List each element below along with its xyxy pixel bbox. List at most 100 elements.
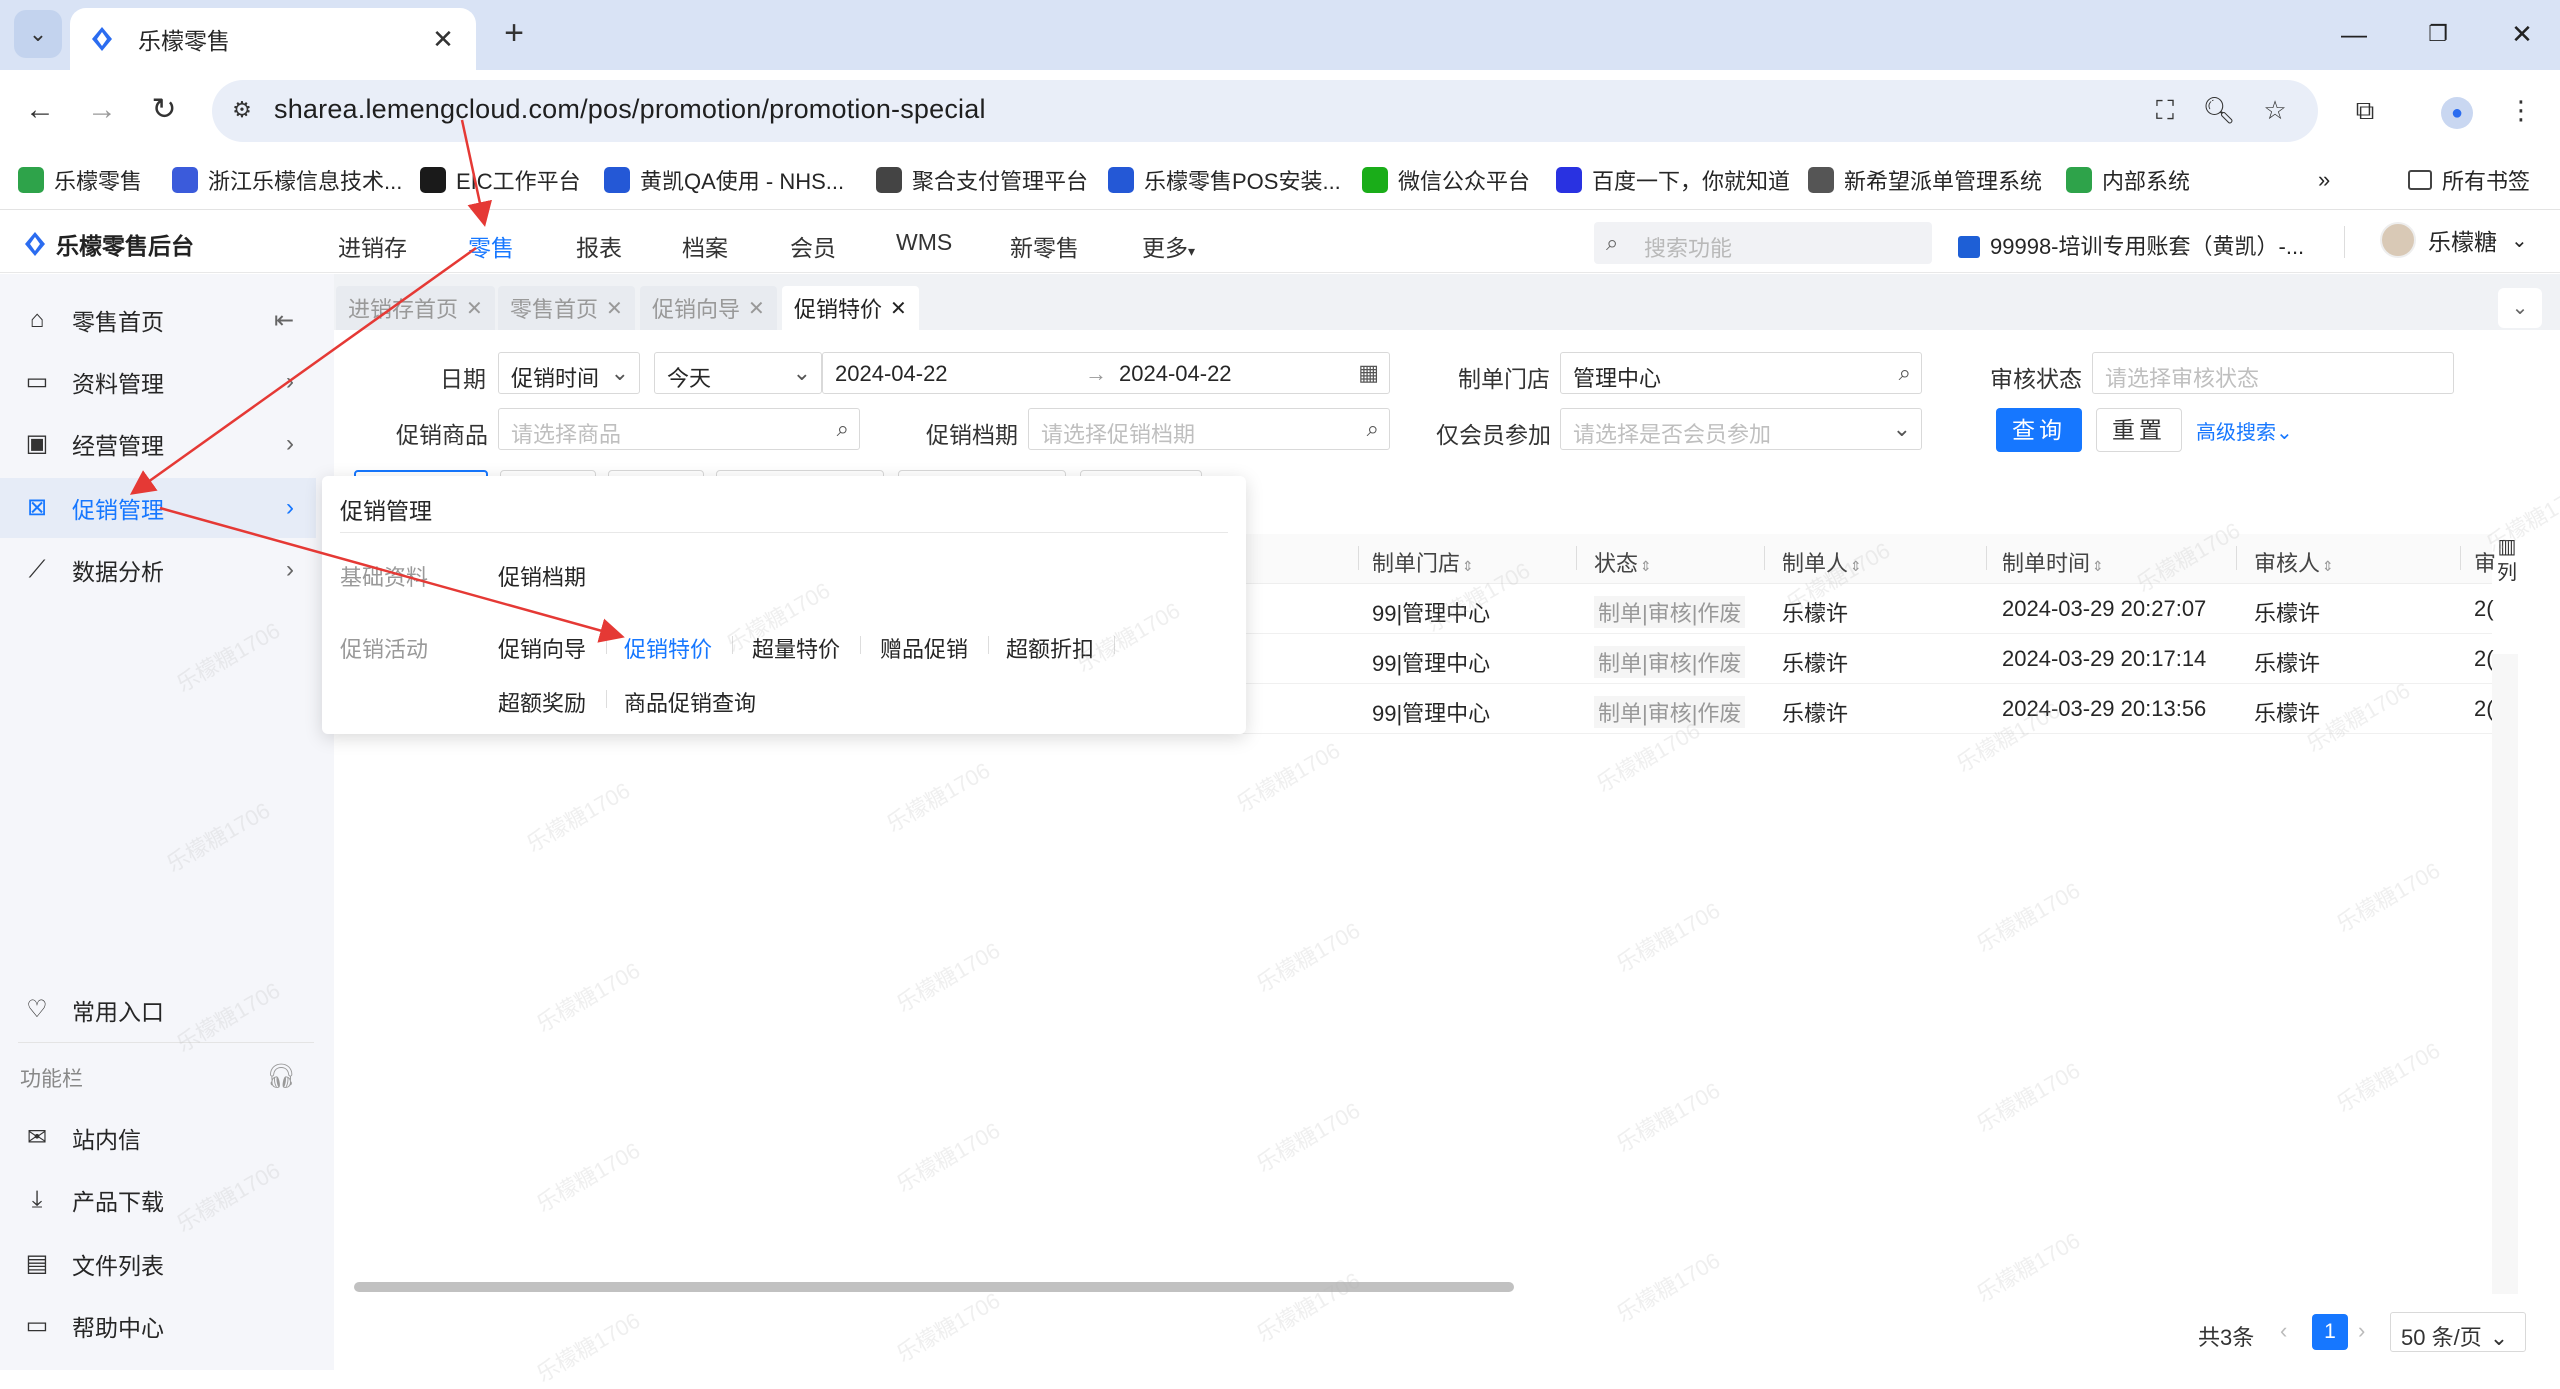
reset-button[interactable]: 重置 — [2096, 408, 2182, 452]
store-select[interactable]: 管理中心 ⌕ — [1560, 352, 1922, 394]
sidebar-item-retail-home[interactable]: ⌂ 零售首页 ⇤ — [0, 290, 316, 350]
collapse-sidebar-icon[interactable]: ⇤ — [274, 306, 294, 335]
restore-icon[interactable]: ❐ — [2416, 14, 2460, 54]
account-selector[interactable]: 99998-培训专用账套（黄凯）-... — [1958, 229, 2304, 261]
sidebar-item-messages[interactable]: ✉ 站内信 — [0, 1108, 316, 1168]
submenu-item-product-promotion-query[interactable]: 商品促销查询 — [624, 686, 756, 718]
nav-archives[interactable]: 档案 — [682, 229, 728, 263]
app-logo[interactable]: 乐檬零售后台 — [22, 227, 194, 261]
audit-status-select[interactable]: 请选择审核状态 — [2092, 352, 2454, 394]
nav-members[interactable]: 会员 — [790, 229, 836, 263]
schedule-select[interactable]: 请选择促销档期 ⌕ — [1028, 408, 1390, 450]
sidebar-item-help[interactable]: ▭ 帮助中心 — [0, 1296, 316, 1356]
next-page-icon[interactable]: › — [2358, 1318, 2365, 1344]
new-tab-button[interactable]: + — [494, 14, 534, 54]
sidebar-item-promotion[interactable]: ⊠ 促销管理 › — [0, 478, 316, 538]
bookmark-item[interactable]: 微信公众平台 — [1362, 160, 1530, 200]
col-creator[interactable]: 制单人 ⇕ — [1782, 546, 1862, 578]
close-icon[interactable]: ✕ — [606, 296, 623, 321]
close-icon[interactable]: ✕ — [890, 296, 907, 321]
tab-jinxiaocun-home[interactable]: 进销存首页 ✕ — [336, 286, 495, 330]
bookmark-star-icon[interactable]: ☆ — [2256, 91, 2294, 129]
url-text[interactable]: sharea.lemengcloud.com/pos/promotion/pro… — [274, 94, 986, 125]
sidebar-item-operations[interactable]: ▣ 经营管理 › — [0, 414, 316, 474]
tab-promotion-wizard[interactable]: 促销向导 ✕ — [640, 286, 777, 330]
prev-page-icon[interactable]: ‹ — [2280, 1318, 2287, 1344]
nav-new-retail[interactable]: 新零售 — [1010, 229, 1079, 263]
bookmark-item[interactable]: 浙江乐檬信息技术... — [172, 160, 402, 200]
page-number-current[interactable]: 1 — [2312, 1314, 2348, 1350]
reload-icon[interactable]: ↻ — [142, 88, 186, 132]
product-select[interactable]: 请选择商品 ⌕ — [498, 408, 860, 450]
minimize-icon[interactable]: — — [2332, 14, 2376, 54]
forward-icon[interactable]: → — [80, 88, 124, 132]
nav-wms[interactable]: WMS — [896, 229, 952, 256]
headset-icon[interactable]: 🎧︎ — [266, 1062, 296, 1091]
vertical-scrollbar[interactable] — [2492, 654, 2518, 1294]
nav-retail[interactable]: 零售 — [468, 229, 514, 263]
col-store[interactable]: 制单门店 ⇕ — [1372, 546, 1474, 578]
browser-tab[interactable]: 乐檬零售 ✕ — [70, 8, 476, 70]
query-button[interactable]: 查询 — [1996, 408, 2082, 452]
close-tab-icon[interactable]: ✕ — [428, 24, 458, 55]
bookmark-item[interactable]: 聚合支付管理平台 — [876, 160, 1088, 200]
tab-retail-home[interactable]: 零售首页 ✕ — [498, 286, 635, 330]
function-search[interactable]: ⌕ 搜索功能 — [1594, 222, 1932, 264]
col-auditor[interactable]: 审核人 ⇕ — [2254, 546, 2334, 578]
tab-search-button[interactable]: ⌄ — [14, 10, 62, 58]
tabs-dropdown-icon[interactable]: ⌄ — [2498, 288, 2542, 328]
submenu-item-promotion-special[interactable]: 促销特价 — [624, 632, 712, 664]
sidebar-item-data-analysis[interactable]: ⟋ 数据分析 › — [0, 540, 316, 600]
arrow-right-icon: → — [1085, 361, 1107, 386]
bookmark-item[interactable]: 乐檬零售 — [18, 160, 142, 200]
horizontal-scrollbar[interactable] — [354, 1282, 1514, 1292]
site-info-icon[interactable]: ⚙ — [228, 97, 256, 125]
bookmark-favicon-icon — [1556, 167, 1582, 193]
bookmark-item[interactable]: 新希望派单管理系统 — [1808, 160, 2042, 200]
nav-jinxiaocun[interactable]: 进销存 — [338, 229, 407, 263]
tab-promotion-special[interactable]: 促销特价 ✕ — [782, 286, 919, 330]
back-icon[interactable]: ← — [18, 88, 62, 132]
bookmark-item[interactable]: 乐檬零售POS安装... — [1108, 160, 1341, 200]
sidebar-favorites[interactable]: ♡ 常用入口 — [0, 980, 316, 1040]
member-only-select[interactable]: 请选择是否会员参加 ⌄ — [1560, 408, 1922, 450]
submenu-item-promotion-schedule[interactable]: 促销档期 — [498, 560, 586, 592]
profile-icon[interactable]: ● — [2438, 91, 2476, 129]
zoom-icon[interactable]: 🔍︎ — [2200, 91, 2238, 129]
bookmark-item[interactable]: 黄凯QA使用 - NHS... — [604, 160, 844, 200]
translate-icon[interactable]: ⛶ — [2146, 91, 2184, 129]
date-range-select[interactable]: 今天 ⌄ — [654, 352, 822, 394]
date-range-picker[interactable]: 2024-04-22 → 2024-04-22 ▦ — [822, 352, 1390, 394]
nav-reports[interactable]: 报表 — [576, 229, 622, 263]
bookmark-item[interactable]: 内部系统 — [2066, 160, 2190, 200]
close-window-icon[interactable]: ✕ — [2500, 14, 2544, 54]
submenu-item-excess-special[interactable]: 超量特价 — [752, 632, 840, 664]
browser-menu-icon[interactable]: ⋮ — [2502, 91, 2540, 129]
date-start[interactable]: 2024-04-22 — [835, 361, 948, 387]
user-menu[interactable]: 乐檬糖 ⌄ — [2380, 222, 2528, 258]
submenu-item-excess-discount[interactable]: 超额折扣 — [1006, 632, 1094, 664]
bookmark-item[interactable]: EIC工作平台 — [420, 160, 581, 200]
date-end[interactable]: 2024-04-22 — [1119, 361, 1232, 387]
sidebar-item-files[interactable]: ▤ 文件列表 — [0, 1234, 316, 1294]
col-status[interactable]: 状态 ⇕ — [1594, 546, 1652, 578]
sidebar-item-data-management[interactable]: ▭ 资料管理 › — [0, 352, 316, 412]
submenu-item-gift-promotion[interactable]: 赠品促销 — [880, 632, 968, 664]
omnibox[interactable]: ⚙ sharea.lemengcloud.com/pos/promotion/p… — [212, 80, 2318, 142]
col-create-time[interactable]: 制单时间 ⇕ — [2002, 546, 2104, 578]
all-bookmarks[interactable]: 所有书签 — [2408, 160, 2530, 200]
advanced-search-link[interactable]: 高级搜索⌄ — [2196, 416, 2293, 445]
sidebar-item-downloads[interactable]: ⤓ 产品下载 — [0, 1170, 316, 1230]
close-icon[interactable]: ✕ — [748, 296, 765, 321]
nav-more[interactable]: 更多▾ — [1142, 229, 1195, 263]
table-cell-time: 2024-03-29 20:13:56 — [2002, 696, 2207, 721]
bookmarks-overflow-icon[interactable]: » — [2318, 160, 2330, 200]
bookmark-item[interactable]: 百度一下，你就知道 — [1556, 160, 1790, 200]
date-type-select[interactable]: 促销时间 ⌄ — [498, 352, 640, 394]
close-icon[interactable]: ✕ — [466, 296, 483, 321]
submenu-item-promotion-wizard[interactable]: 促销向导 — [498, 632, 586, 664]
page-size-select[interactable]: 50 条/页 ⌄ — [2390, 1312, 2526, 1352]
column-settings-button[interactable]: ▥ 列 — [2492, 534, 2522, 654]
submenu-item-excess-reward[interactable]: 超额奖励 — [498, 686, 586, 718]
extensions-icon[interactable]: ⧉ — [2346, 91, 2384, 129]
